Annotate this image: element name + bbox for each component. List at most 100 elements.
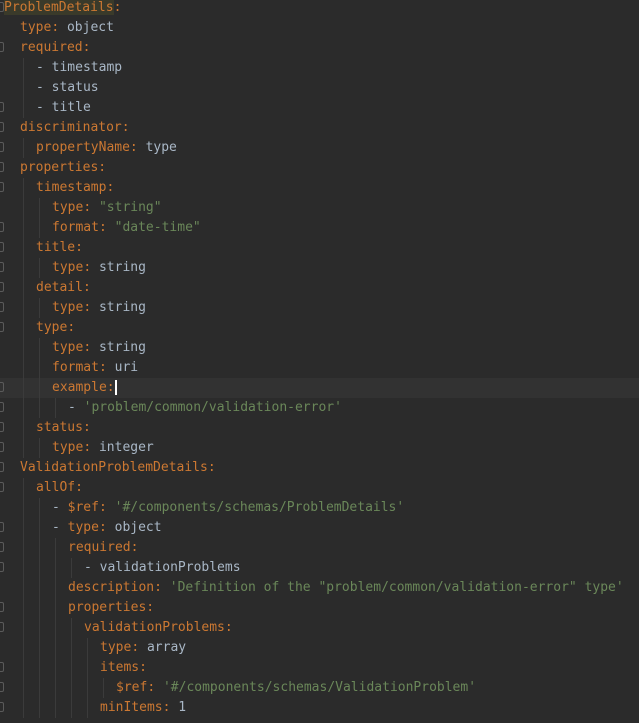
fold-marker-icon[interactable]	[0, 622, 4, 632]
indent-guide	[23, 138, 24, 158]
indent-guide	[39, 338, 40, 358]
fold-marker-icon[interactable]	[0, 602, 4, 612]
code-line[interactable]: propertyName: type	[0, 138, 639, 158]
indent-guide	[39, 698, 40, 718]
code-text: required:	[68, 538, 138, 558]
fold-marker-icon[interactable]	[0, 322, 4, 332]
code-line[interactable]: $ref: '#/components/schemas/ValidationPr…	[0, 678, 639, 698]
fold-marker-icon[interactable]	[0, 402, 4, 412]
fold-marker-icon[interactable]	[0, 282, 4, 292]
code-line[interactable]: type: string	[0, 298, 639, 318]
code-line[interactable]: - validationProblems	[0, 558, 639, 578]
code-line[interactable]: - status	[0, 78, 639, 98]
code-line[interactable]: example:	[0, 378, 639, 398]
code-line[interactable]: ProblemDetails:	[0, 0, 639, 18]
code-line[interactable]: detail:	[0, 278, 639, 298]
colon: :	[82, 420, 91, 435]
fold-marker-icon[interactable]	[0, 702, 4, 712]
indent-guide	[87, 698, 88, 718]
fold-marker-icon[interactable]	[0, 242, 4, 252]
code-text: type: "string"	[52, 198, 162, 218]
fold-marker-icon[interactable]	[0, 42, 4, 52]
colon: :	[154, 580, 162, 595]
fold-marker-icon[interactable]	[0, 222, 4, 232]
code-line[interactable]: ValidationProblemDetails:	[0, 458, 639, 478]
code-line[interactable]: allOf:	[0, 478, 639, 498]
fold-marker-icon[interactable]	[0, 462, 4, 472]
code-line[interactable]: timestamp:	[0, 178, 639, 198]
fold-marker-icon[interactable]	[0, 662, 4, 672]
yaml-value: 1	[178, 700, 187, 715]
fold-marker-icon[interactable]	[0, 162, 4, 172]
indent-guide	[87, 678, 88, 698]
code-line[interactable]: title:	[0, 238, 639, 258]
colon: :	[207, 460, 216, 475]
fold-marker-icon[interactable]	[0, 302, 4, 312]
code-text: allOf:	[36, 478, 83, 498]
yaml-key: type	[36, 320, 68, 335]
indent-guide	[23, 698, 24, 718]
code-line[interactable]: status:	[0, 418, 639, 438]
code-text: description: 'Definition of the "problem…	[68, 578, 624, 598]
code-line[interactable]: items:	[0, 658, 639, 678]
list-dash: -	[84, 560, 100, 575]
code-line[interactable]: type: array	[0, 638, 639, 658]
code-line[interactable]: type: integer	[0, 438, 639, 458]
fold-marker-icon[interactable]	[0, 142, 4, 152]
fold-marker-icon[interactable]	[0, 262, 4, 272]
colon: :	[224, 620, 233, 635]
code-editor[interactable]: ProblemDetails: type: object required: - ti…	[0, 0, 639, 723]
code-line[interactable]: - $ref: '#/components/schemas/ProblemDet…	[0, 498, 639, 518]
colon: :	[82, 40, 91, 55]
code-text: type: integer	[52, 438, 154, 458]
code-line[interactable]: type: string	[0, 258, 639, 278]
yaml-key: type	[52, 340, 84, 355]
code-line[interactable]: - timestamp	[0, 58, 639, 78]
code-text: ValidationProblemDetails:	[20, 458, 216, 478]
yaml-value: integer	[98, 440, 154, 455]
code-line[interactable]: required:	[0, 538, 639, 558]
fold-marker-icon[interactable]	[0, 182, 4, 192]
indent-guide	[23, 218, 24, 238]
code-text: detail:	[36, 278, 91, 298]
yaml-value: string	[98, 260, 146, 275]
code-line[interactable]: type: string	[0, 338, 639, 358]
fold-marker-icon[interactable]	[0, 562, 4, 572]
code-line[interactable]: type: "string"	[0, 198, 639, 218]
code-line[interactable]: required:	[0, 38, 639, 58]
fold-marker-icon[interactable]	[0, 682, 4, 692]
indent-guide	[23, 318, 24, 338]
code-line[interactable]: type: object	[0, 18, 639, 38]
code-line[interactable]: description: 'Definition of the "problem…	[0, 578, 639, 598]
fold-marker-icon[interactable]	[0, 542, 4, 552]
code-line[interactable]: properties:	[0, 158, 639, 178]
fold-marker-icon[interactable]	[0, 522, 4, 532]
code-line[interactable]: - 'problem/common/validation-error'	[0, 398, 639, 418]
yaml-key: minItems	[100, 700, 163, 715]
code-line[interactable]: format: "date-time"	[0, 218, 639, 238]
yaml-key: properties	[68, 600, 147, 615]
colon: :	[98, 160, 107, 175]
indent-guide	[23, 98, 24, 118]
code-line[interactable]: discriminator:	[0, 118, 639, 138]
code-line[interactable]: format: uri	[0, 358, 639, 378]
code-line[interactable]: - type: object	[0, 518, 639, 538]
yaml-value: type	[145, 140, 177, 155]
fold-marker-icon[interactable]	[0, 482, 4, 492]
fold-marker-icon[interactable]	[0, 442, 4, 452]
code-text: - timestamp	[36, 58, 122, 78]
code-line[interactable]: properties:	[0, 598, 639, 618]
indent-guide	[39, 198, 40, 218]
fold-marker-icon[interactable]	[0, 422, 4, 432]
code-text: - title	[36, 98, 91, 118]
code-line[interactable]: minItems: 1	[0, 698, 639, 718]
code-line[interactable]: validationProblems:	[0, 618, 639, 638]
code-line[interactable]: - title	[0, 98, 639, 118]
code-line[interactable]: type:	[0, 318, 639, 338]
fold-marker-icon[interactable]	[0, 122, 4, 132]
yaml-value: 'problem/common/validation-error'	[83, 400, 342, 415]
fold-marker-icon[interactable]	[0, 102, 4, 112]
indent-guide	[23, 338, 24, 358]
code-text: type:	[36, 318, 75, 338]
fold-marker-icon[interactable]	[0, 382, 4, 392]
